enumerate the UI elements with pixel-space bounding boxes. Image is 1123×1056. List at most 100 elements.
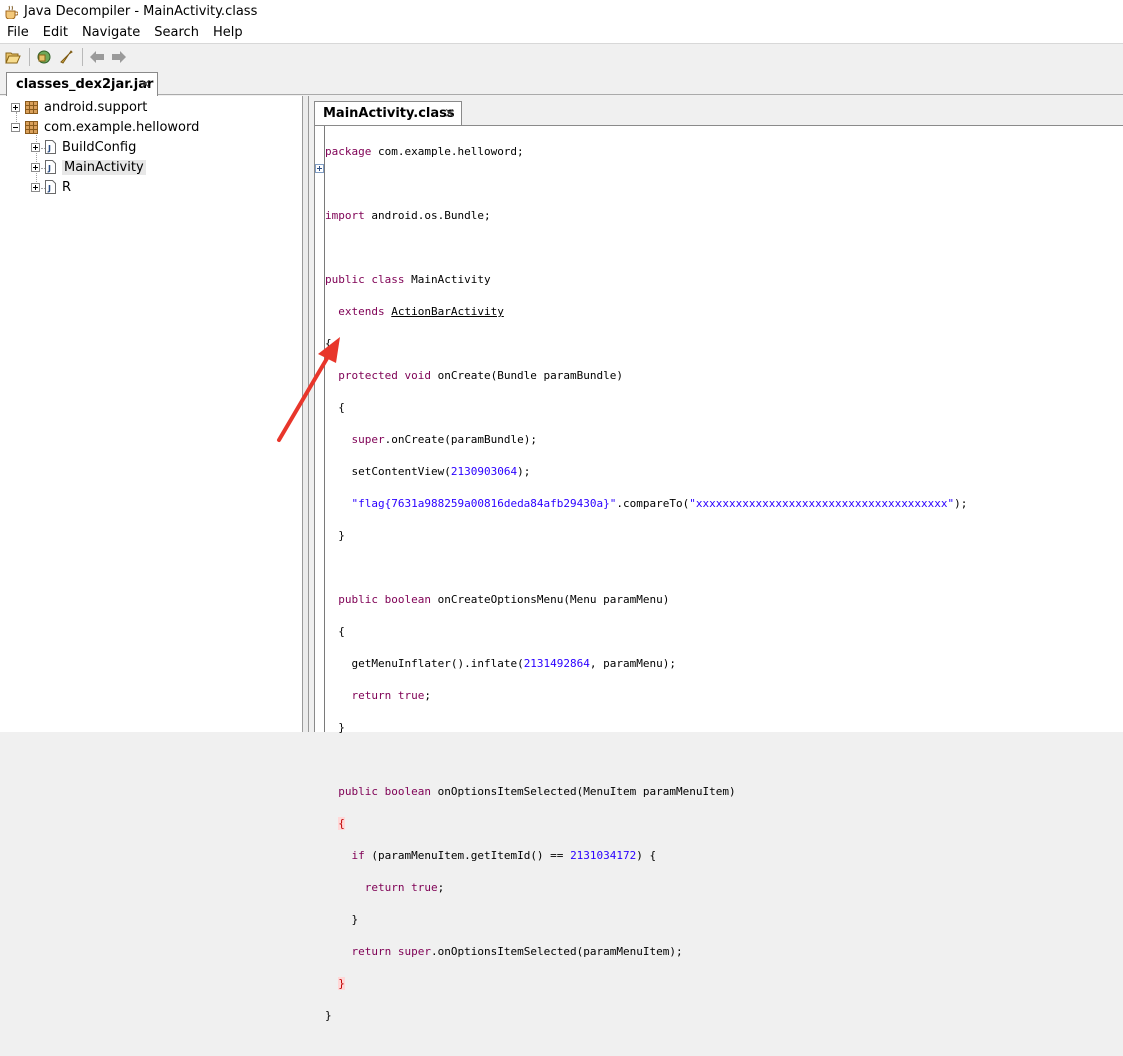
- brace: }: [338, 721, 345, 734]
- code-line-flag: "flag{7631a988259a00816deda84afb29430a}"…: [325, 496, 968, 512]
- brace: }: [338, 529, 345, 542]
- class-file-icon: J: [45, 160, 56, 174]
- keyword: super: [351, 433, 385, 446]
- code-line-brace: {: [325, 624, 967, 640]
- string-literal: "flag{7631a988259a00816deda84afb29430a}": [351, 497, 617, 510]
- number-literal: 2130903064: [450, 465, 518, 478]
- tab-mainactivity-class[interactable]: MainActivity.class ×: [314, 101, 462, 125]
- import-name: android.os.Bundle;: [364, 209, 491, 222]
- tree-item-label: android.support: [44, 99, 148, 115]
- menu-file[interactable]: File: [0, 23, 36, 43]
- collapse-icon[interactable]: [11, 122, 20, 132]
- code-line-setcontentview: setContentView(2130903064);: [325, 464, 967, 480]
- keyword: return true: [351, 689, 425, 702]
- superclass-link[interactable]: ActionBarActivity: [391, 305, 504, 318]
- code-line-package: package com.example.helloword;: [325, 144, 967, 160]
- statement: , paramMenu);: [589, 657, 677, 670]
- expand-icon[interactable]: [31, 142, 40, 152]
- code-line-import: import android.os.Bundle;: [325, 208, 967, 224]
- tree-item-label: com.example.helloword: [44, 119, 200, 135]
- method-signature: onCreateOptionsMenu(Menu paramMenu): [430, 593, 670, 606]
- tree-item-com-example-helloword[interactable]: com.example.helloword: [11, 117, 199, 137]
- tree-item-android-support[interactable]: android.support: [11, 97, 147, 117]
- forward-icon[interactable]: [109, 47, 129, 67]
- string-literal: "xxxxxxxxxxxxxxxxxxxxxxxxxxxxxxxxxxxxxx": [689, 497, 955, 510]
- svg-text:J: J: [47, 164, 51, 173]
- statement: );: [954, 497, 968, 510]
- tree-item-buildconfig[interactable]: J BuildConfig: [31, 137, 136, 157]
- statement: .onCreate(paramBundle);: [384, 433, 537, 446]
- keyword: public class: [325, 273, 405, 286]
- code-line-onoptionsitemselected-sig: public boolean onOptionsItemSelected(Men…: [325, 784, 967, 800]
- keyword: public boolean: [338, 593, 431, 606]
- tree-item-label: BuildConfig: [62, 139, 137, 155]
- open-file-icon[interactable]: [3, 47, 23, 67]
- brace: }: [325, 1009, 332, 1022]
- number-literal: 2131034172: [570, 849, 637, 862]
- code-line-super-oncreate: super.onCreate(paramBundle);: [325, 432, 967, 448]
- statement: ;: [424, 689, 431, 702]
- close-icon[interactable]: ×: [444, 106, 455, 121]
- package-name: com.example.helloword;: [371, 145, 524, 158]
- menu-search[interactable]: Search: [147, 23, 206, 43]
- package-tree: android.support com.example.helloword J …: [0, 96, 303, 732]
- editor-gutter: [315, 126, 325, 732]
- toolbar: [0, 43, 1123, 69]
- number-literal: 2131492864: [523, 657, 590, 670]
- svg-text:J: J: [47, 184, 51, 193]
- matched-brace: {: [338, 817, 345, 830]
- close-icon[interactable]: ×: [140, 77, 151, 92]
- tree-item-label: R: [62, 179, 72, 195]
- menu-help[interactable]: Help: [206, 23, 250, 43]
- statement: (paramMenuItem.getItemId() ==: [364, 849, 571, 862]
- open-type-icon[interactable]: [34, 47, 54, 67]
- search-icon[interactable]: [56, 47, 76, 67]
- package-icon: [25, 100, 38, 114]
- toolbar-separator: [82, 47, 83, 66]
- code-line-brace: }: [325, 720, 967, 736]
- expand-import-icon[interactable]: [315, 164, 324, 173]
- code-line-brace-highlighted: {: [325, 816, 967, 832]
- statement: .onOptionsItemSelected(paramMenuItem);: [430, 945, 683, 958]
- menu-navigate[interactable]: Navigate: [75, 23, 147, 43]
- menu-edit[interactable]: Edit: [36, 23, 75, 43]
- code-line-return-true: return true;: [325, 688, 967, 704]
- expand-icon[interactable]: [31, 162, 40, 172]
- code-line-inflate: getMenuInflater().inflate(2131492864, pa…: [325, 656, 967, 672]
- class-file-icon: J: [45, 140, 56, 154]
- statement: setContentView(: [351, 465, 451, 478]
- expand-icon[interactable]: [11, 102, 20, 112]
- tree-item-r[interactable]: J R: [31, 177, 71, 197]
- statement: .compareTo(: [616, 497, 690, 510]
- tab-classes-jar[interactable]: classes_dex2jar.jar ×: [6, 72, 158, 96]
- code-line-brace-highlighted: }: [325, 976, 967, 992]
- code-line-brace: }: [325, 528, 967, 544]
- editor-area: MainActivity.class × package com.example…: [309, 96, 1123, 1022]
- source-view[interactable]: package com.example.helloword; import an…: [314, 125, 1123, 1022]
- brace: }: [351, 913, 359, 926]
- keyword: import: [325, 209, 365, 222]
- source-code: package com.example.helloword; import an…: [325, 128, 967, 1056]
- svg-text:J: J: [47, 144, 51, 153]
- code-line-extends: extends ActionBarActivity: [325, 304, 967, 320]
- code-line-oncreate-sig: protected void onCreate(Bundle paramBund…: [325, 368, 967, 384]
- title-bar: Java Decompiler - MainActivity.class: [0, 0, 1123, 23]
- code-line-brace: }: [325, 1008, 967, 1024]
- brace: {: [325, 337, 332, 350]
- tab-label: classes_dex2jar.jar: [16, 77, 154, 92]
- code-line-return-true: return true;: [325, 880, 967, 896]
- expand-icon[interactable]: [31, 182, 40, 192]
- keyword: package: [325, 145, 372, 158]
- statement: ;: [437, 881, 445, 894]
- class-file-icon: J: [45, 180, 56, 194]
- tree-item-mainactivity[interactable]: J MainActivity: [31, 157, 146, 177]
- back-icon[interactable]: [87, 47, 107, 67]
- code-line-brace: {: [325, 400, 967, 416]
- statement: ) {: [636, 849, 657, 862]
- code-line-class: public class MainActivity: [325, 272, 967, 288]
- keyword: public boolean: [338, 785, 431, 798]
- code-line-oncreateoptionsmenu-sig: public boolean onCreateOptionsMenu(Menu …: [325, 592, 967, 608]
